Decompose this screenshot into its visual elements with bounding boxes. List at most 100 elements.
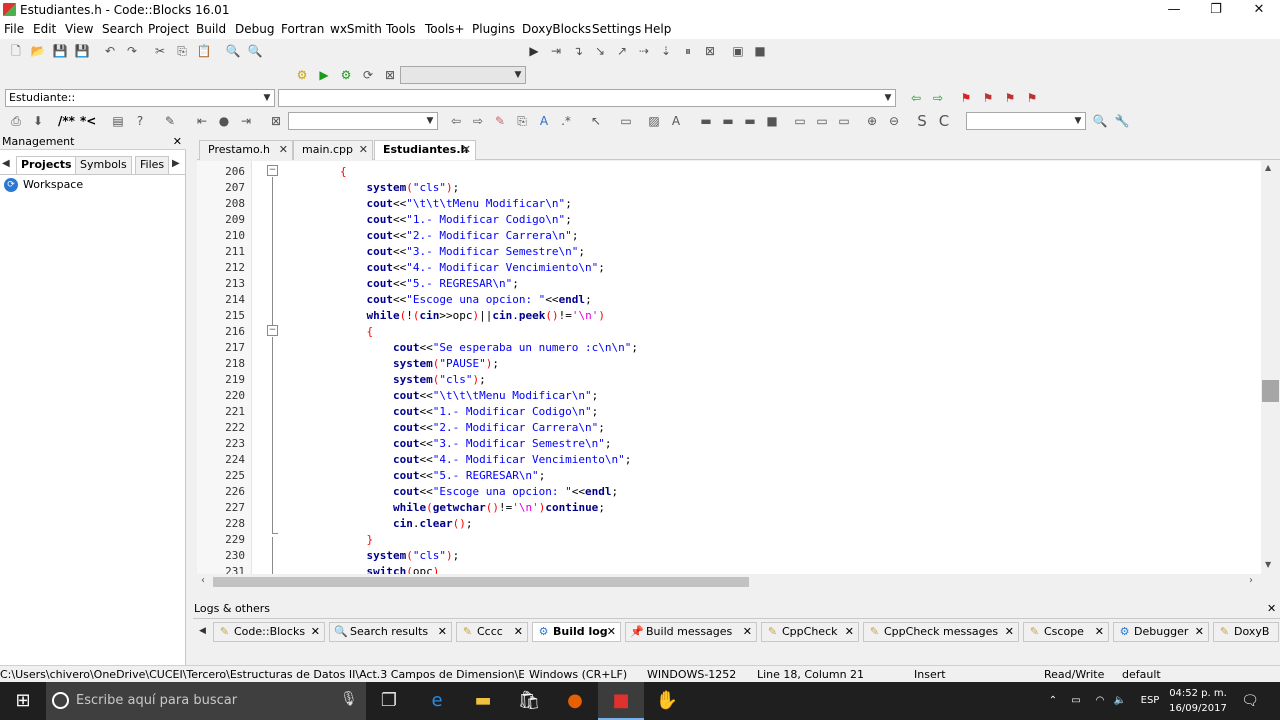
logs-scroll-left-icon[interactable]: ◀ — [199, 626, 206, 636]
redo-icon[interactable]: ↷ — [124, 43, 140, 59]
code-line[interactable]: cout<<"4.- Modificar Vencimiento\n"; — [287, 260, 604, 276]
close-tab-icon[interactable]: ✕ — [1005, 623, 1014, 641]
step-into-icon[interactable]: ↘ — [592, 43, 608, 59]
tab-estudiantes-h[interactable]: Estudiantes.h ✕ — [374, 140, 476, 160]
box-icon[interactable]: ▭ — [792, 113, 808, 129]
horizontal-scroll-thumb[interactable] — [213, 577, 749, 587]
firefox-icon[interactable]: ● — [552, 682, 598, 720]
file-explorer-icon[interactable]: ▬ — [460, 682, 506, 720]
debug-run-icon[interactable]: ▶ — [526, 43, 542, 59]
last-icon[interactable]: ⇥ — [238, 113, 254, 129]
close-tab-icon[interactable]: ✕ — [438, 623, 447, 641]
code-line[interactable]: { — [287, 164, 347, 180]
minimize-button[interactable]: — — [1152, 0, 1196, 20]
box3-icon[interactable]: ▭ — [836, 113, 852, 129]
code-line[interactable]: { — [287, 324, 373, 340]
log-tab-cppcheck-messages[interactable]: ✎ CppCheck messages ✕ — [863, 622, 1019, 642]
code-line[interactable]: switch(opc) — [287, 564, 439, 574]
prev-bookmark-icon[interactable]: ⚑ — [980, 90, 996, 106]
jump-back-icon[interactable]: ⇦ — [908, 90, 924, 106]
clear-bookmarks-icon[interactable]: ⚑ — [1024, 90, 1040, 106]
code-line[interactable]: while(getwchar()!='\n')continue; — [287, 500, 605, 516]
menu-project[interactable]: Project — [148, 22, 189, 36]
close-tab-icon[interactable]: ✕ — [607, 623, 616, 641]
match-case-icon[interactable]: A — [536, 113, 552, 129]
prev-match-icon[interactable]: ⇦ — [448, 113, 464, 129]
menu-settings[interactable]: Settings — [592, 22, 641, 36]
code-line[interactable]: cout<<"1.- Modificar Codigo\n"; — [287, 212, 571, 228]
step-out-icon[interactable]: ↗ — [614, 43, 630, 59]
copy-icon[interactable]: ⎘ — [174, 43, 190, 59]
codeblocks-taskbar-icon[interactable]: ■ — [598, 682, 644, 720]
volume-icon[interactable]: 🔈 — [1112, 682, 1128, 720]
c-icon[interactable]: C — [936, 113, 952, 129]
undo-icon[interactable]: ↶ — [102, 43, 118, 59]
code-line[interactable]: cout<<"5.- REGRESAR\n"; — [287, 468, 545, 484]
log-tab-build-messages[interactable]: 📌 Build messages ✕ — [625, 622, 757, 642]
code-line[interactable]: while(!(cin>>opc)||cin.peek()!='\n') — [287, 308, 605, 324]
start-windows-icon[interactable]: ⊞ — [0, 682, 46, 720]
next-match-icon[interactable]: ⇨ — [470, 113, 486, 129]
chm-doc-icon[interactable]: ? — [132, 113, 148, 129]
run-to-cursor-icon[interactable]: ⇥ — [548, 43, 564, 59]
logs-close-icon[interactable]: ✕ — [1267, 602, 1276, 615]
dot-icon[interactable]: ● — [216, 113, 232, 129]
log-tab-codeblocks[interactable]: ✎ Code::Blocks ✕ — [213, 622, 325, 642]
abort-icon[interactable]: ⊠ — [382, 67, 398, 83]
code-line[interactable]: } — [287, 532, 373, 548]
menu-build[interactable]: Build — [196, 22, 226, 36]
maximize-button[interactable]: ❐ — [1194, 0, 1238, 20]
clock[interactable]: 04:52 p. m. 16/09/2017 — [1166, 684, 1230, 718]
menu-tools-plus[interactable]: Tools+ — [425, 22, 465, 36]
first-icon[interactable]: ⇤ — [194, 113, 210, 129]
close-tab-icon[interactable]: ✕ — [1095, 623, 1104, 641]
taskbar-search-box[interactable]: Escribe aquí para buscar 🎙 — [46, 682, 366, 720]
regex-combo[interactable]: ▼ — [288, 112, 438, 130]
tab-main-cpp[interactable]: main.cpp ✕ — [293, 140, 373, 160]
log-tab-search-results[interactable]: 🔍 Search results ✕ — [329, 622, 452, 642]
code-line[interactable]: cout<<"3.- Modificar Semestre\n"; — [287, 244, 585, 260]
save-icon[interactable]: 💾 — [52, 43, 68, 59]
thread-search-combo[interactable]: ▼ — [966, 112, 1086, 130]
horizontal-scrollbar[interactable]: ‹ › — [197, 574, 1261, 590]
thread-search-icon[interactable]: 🔍 — [1092, 113, 1108, 129]
tab-symbols[interactable]: Symbols — [75, 156, 132, 174]
debug-info-icon[interactable]: ■ — [752, 43, 768, 59]
html-doc-icon[interactable]: ▤ — [110, 113, 126, 129]
extract-icon[interactable]: ⬇ — [30, 113, 46, 129]
align-right-icon[interactable]: ▬ — [742, 113, 758, 129]
close-button[interactable]: ✕ — [1237, 0, 1280, 20]
block-comment-button[interactable]: /** — [58, 114, 75, 128]
scroll-right-icon[interactable]: › — [1249, 575, 1253, 586]
run-icon[interactable]: ▶ — [316, 67, 332, 83]
code-line[interactable]: cout<<"2.- Modificar Carrera\n"; — [287, 420, 605, 436]
replace-icon[interactable]: 🔍 — [247, 43, 263, 59]
clear-icon[interactable]: ⊠ — [268, 113, 284, 129]
code-line[interactable]: system("PAUSE"); — [287, 356, 499, 372]
doxywizard-icon[interactable]: ⎙ — [8, 113, 24, 129]
vertical-scrollbar[interactable]: ▲ ▼ — [1261, 161, 1280, 574]
close-tab-icon[interactable]: ✕ — [514, 623, 523, 641]
code-line[interactable]: cin.clear(); — [287, 516, 473, 532]
close-tab-icon[interactable]: ✕ — [311, 623, 320, 641]
box2-icon[interactable]: ▭ — [814, 113, 830, 129]
battery-icon[interactable]: ▭ — [1068, 682, 1084, 720]
log-tab-debugger[interactable]: ⚙ Debugger ✕ — [1113, 622, 1209, 642]
pointer-icon[interactable]: ↖ — [588, 113, 604, 129]
notifications-icon[interactable]: 🗨 — [1240, 682, 1260, 720]
task-view-icon[interactable]: ❐ — [366, 682, 412, 720]
jump-forward-icon[interactable]: ⇨ — [930, 90, 946, 106]
next-instruction-icon[interactable]: ⇢ — [636, 43, 652, 59]
code-line[interactable]: cout<<"3.- Modificar Semestre\n"; — [287, 436, 612, 452]
debug-windows-icon[interactable]: ▣ — [730, 43, 746, 59]
fill-icon[interactable]: ■ — [764, 113, 780, 129]
step-instruction-icon[interactable]: ⇣ — [658, 43, 674, 59]
menu-edit[interactable]: Edit — [33, 22, 56, 36]
wifi-icon[interactable]: ◠ — [1092, 682, 1108, 720]
tab-projects[interactable]: Projects — [16, 156, 77, 175]
menu-file[interactable]: File — [4, 22, 24, 36]
image-icon[interactable]: ▨ — [646, 113, 662, 129]
scope-combo[interactable]: Estudiante:: ▼ — [5, 89, 275, 107]
log-tab-cppcheck[interactable]: ✎ CppCheck ✕ — [761, 622, 859, 642]
menu-wxsmith[interactable]: wxSmith — [330, 22, 382, 36]
